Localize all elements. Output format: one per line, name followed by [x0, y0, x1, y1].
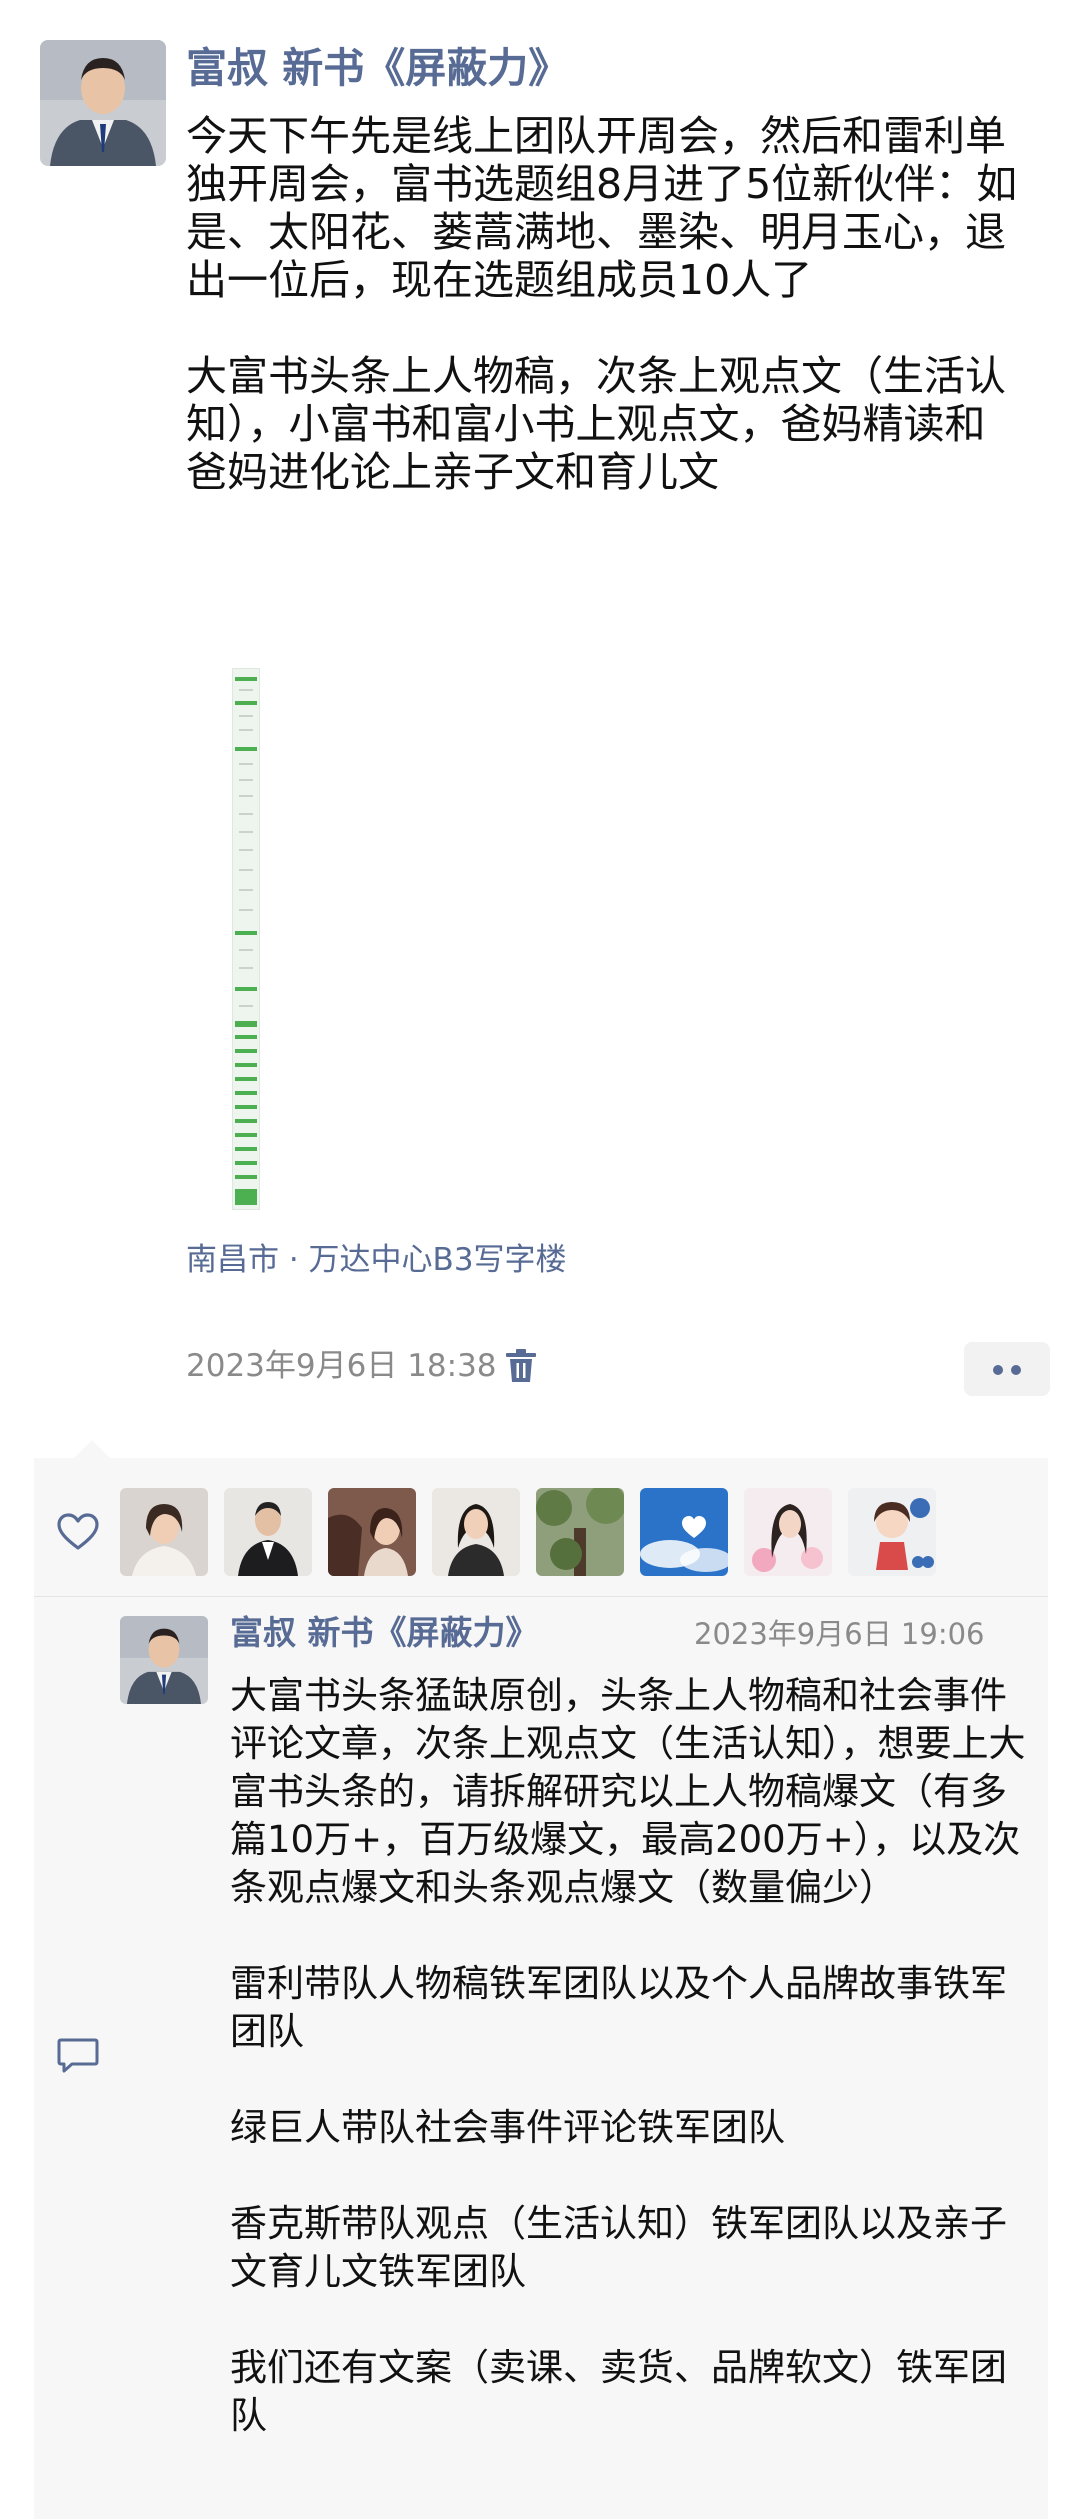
avatar-man-black-suit-icon — [224, 1488, 312, 1576]
author-name[interactable]: 富叔 新书《屏蔽力》 — [186, 36, 569, 100]
comment-text[interactable]: 大富书头条猛缺原创，头条上人物稿和社会事件评论文章，次条上观点文（生活认知），想… — [230, 1672, 1030, 2440]
more-options-button[interactable] — [964, 1342, 1050, 1396]
divider — [34, 1596, 1048, 1597]
liker-avatar[interactable] — [744, 1488, 832, 1576]
avatar-outdoor-trees-icon — [536, 1488, 624, 1576]
avatar-cartoon-girl-icon — [848, 1488, 936, 1576]
post-text: 今天下午先是线上团队开周会，然后和雷利单独开周会，富书选题组8月进了5位新伙伴：… — [186, 112, 1018, 496]
post-timestamp: 2023年9月6日 18:38 — [186, 1348, 497, 1384]
location-link[interactable]: 南昌市 · 万达中心B3写字楼 — [186, 1236, 567, 1284]
comment-author-name[interactable]: 富叔 新书《屏蔽力》 — [230, 1608, 539, 1658]
comment-author-avatar[interactable] — [120, 1616, 208, 1704]
author-avatar[interactable] — [40, 40, 166, 166]
avatar-blue-sky-heart-icon — [640, 1488, 728, 1576]
liker-avatar[interactable] — [432, 1488, 520, 1576]
heart-outline-icon[interactable] — [56, 1512, 100, 1552]
avatar-woman-dark-hair-icon — [432, 1488, 520, 1576]
trash-icon[interactable] — [504, 1348, 538, 1384]
dot — [1011, 1365, 1021, 1375]
man-in-suit-avatar-icon — [40, 40, 166, 166]
liker-avatar[interactable] — [328, 1488, 416, 1576]
comment-timestamp: 2023年9月6日 19:06 — [694, 1617, 985, 1651]
two-dots-icon — [993, 1365, 1003, 1375]
man-in-suit-avatar-icon — [120, 1616, 208, 1704]
comment-bubble-icon[interactable] — [56, 2036, 100, 2076]
liker-avatar[interactable] — [224, 1488, 312, 1576]
liker-avatar[interactable] — [120, 1488, 208, 1576]
liker-avatar[interactable] — [640, 1488, 728, 1576]
post-screenshot-image[interactable] — [232, 668, 260, 1210]
avatar-woman-with-horse-icon — [328, 1488, 416, 1576]
avatar-woman-white-shirt-icon — [120, 1488, 208, 1576]
liker-avatar[interactable] — [536, 1488, 624, 1576]
avatar-woman-flowers-icon — [744, 1488, 832, 1576]
liker-avatar[interactable] — [848, 1488, 936, 1576]
